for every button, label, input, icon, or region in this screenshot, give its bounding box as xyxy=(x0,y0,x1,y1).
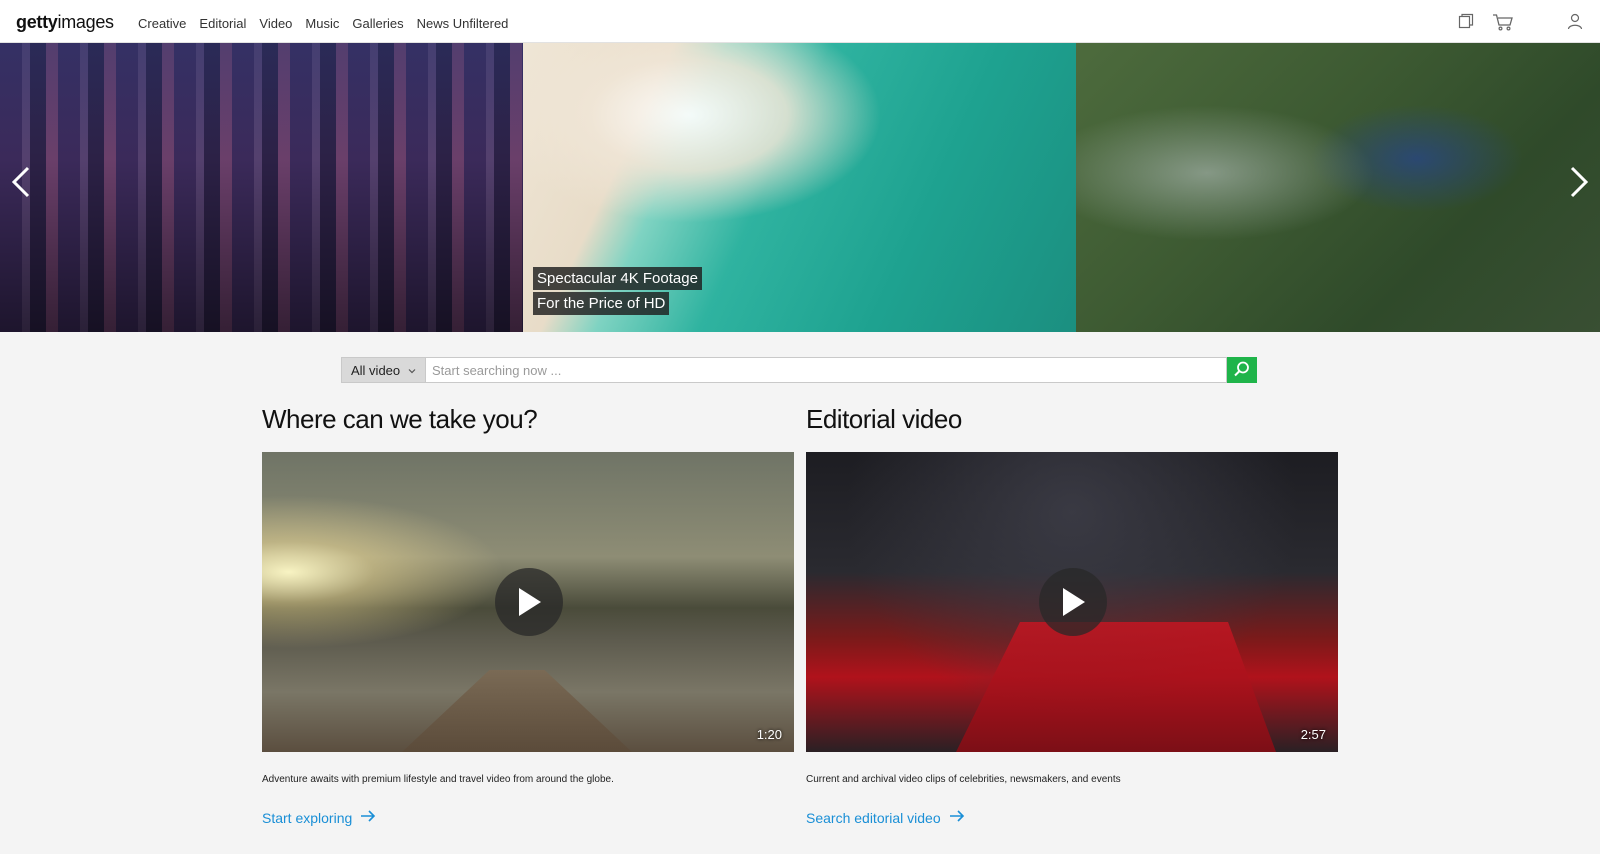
hero-caption[interactable]: Spectacular 4K Footage For the Price of … xyxy=(533,267,702,317)
video-thumbnail-travel[interactable]: 1:20 xyxy=(262,452,794,752)
video-duration: 1:20 xyxy=(756,727,782,742)
account-icon[interactable] xyxy=(1566,12,1586,32)
video-thumbnail-editorial[interactable]: 2:57 xyxy=(806,452,1338,752)
nav-creative[interactable]: Creative xyxy=(138,16,186,31)
cta-label: Search editorial video xyxy=(806,809,941,826)
carousel-next-icon[interactable] xyxy=(1564,162,1594,202)
section-description-editorial: Current and archival video clips of cele… xyxy=(806,774,1121,785)
start-exploring-link[interactable]: Start exploring xyxy=(262,809,376,826)
getty-images-logo[interactable]: gettyimages xyxy=(16,12,114,33)
search-icon xyxy=(1233,360,1251,381)
play-icon[interactable] xyxy=(495,568,563,636)
dock-shape xyxy=(402,670,632,752)
nav-video[interactable]: Video xyxy=(259,16,292,31)
site-header: gettyimages Creative Editorial Video Mus… xyxy=(0,0,1600,43)
video-duration: 2:57 xyxy=(1300,727,1326,742)
arrow-right-icon xyxy=(360,809,376,826)
carousel-prev-icon[interactable] xyxy=(6,162,36,202)
search-input[interactable] xyxy=(426,357,1227,383)
cart-icon[interactable] xyxy=(1492,12,1513,32)
section-travel: Where can we take you? 1:20 Adventure aw… xyxy=(262,404,794,828)
search-editorial-video-link[interactable]: Search editorial video xyxy=(806,809,965,826)
red-carpet-shape xyxy=(956,622,1276,752)
hero-image-times-square[interactable] xyxy=(0,43,523,332)
hero-carousel xyxy=(0,43,1600,332)
search-button[interactable] xyxy=(1227,357,1257,383)
nav-editorial[interactable]: Editorial xyxy=(199,16,246,31)
nav-news-unfiltered[interactable]: News Unfiltered xyxy=(417,16,509,31)
arrow-right-icon xyxy=(949,809,965,826)
hero-caption-line1: Spectacular 4K Footage xyxy=(533,267,702,290)
section-description-travel: Adventure awaits with premium lifestyle … xyxy=(262,774,614,785)
play-icon[interactable] xyxy=(1039,568,1107,636)
section-title-editorial: Editorial video xyxy=(806,404,962,434)
cta-label: Start exploring xyxy=(262,809,353,826)
video-search-bar: All video xyxy=(341,357,1257,383)
main-nav: Creative Editorial Video Music Galleries… xyxy=(138,16,508,31)
nav-music[interactable]: Music xyxy=(305,16,339,31)
hero-caption-line2: For the Price of HD xyxy=(533,292,670,315)
section-title-travel: Where can we take you? xyxy=(262,404,538,434)
chevron-down-icon xyxy=(407,364,417,379)
hero-image-climber[interactable] xyxy=(1076,43,1600,332)
boards-icon[interactable] xyxy=(1457,12,1477,32)
search-filter-value: All video xyxy=(351,363,401,378)
nav-galleries[interactable]: Galleries xyxy=(352,16,403,31)
search-filter-select[interactable]: All video xyxy=(341,357,426,383)
section-editorial: Editorial video 2:57 Current and archiva… xyxy=(806,404,1338,828)
